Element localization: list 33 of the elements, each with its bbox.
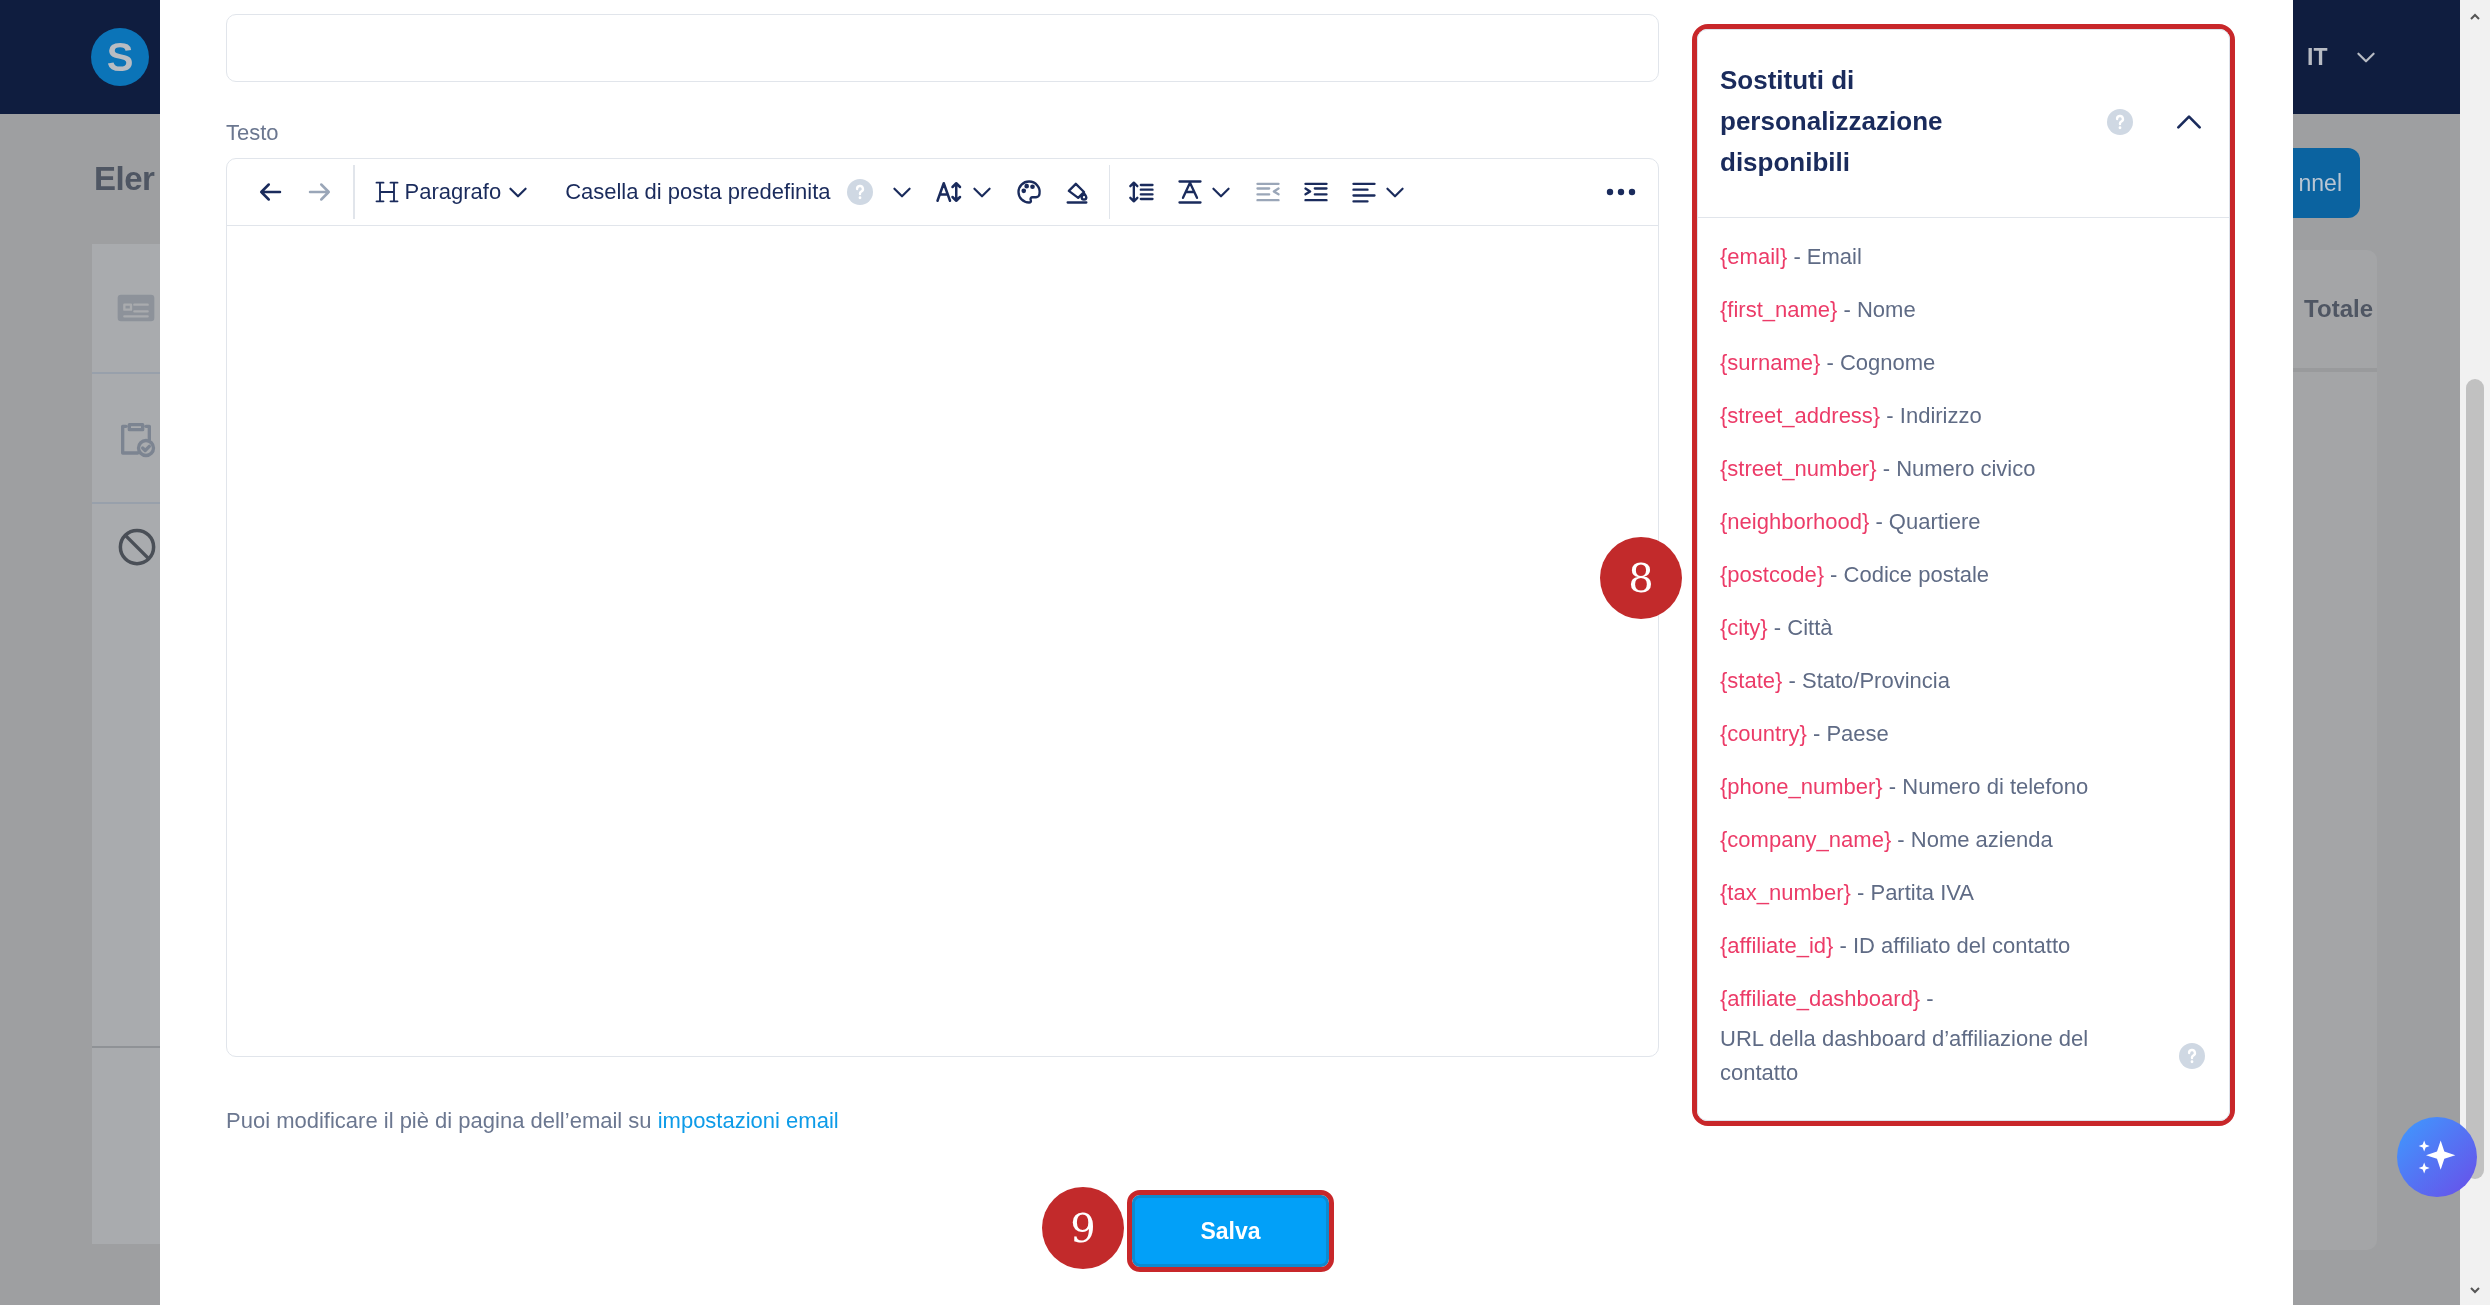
- field-label: Testo: [226, 120, 280, 146]
- language-selector[interactable]: IT: [2307, 43, 2328, 71]
- placeholder-item: {postcode} - Codice postale: [1720, 561, 1991, 589]
- placeholder-item: {first_name} - Nome: [1720, 296, 1917, 324]
- placeholder-item: {country} - Paese: [1720, 720, 1890, 748]
- panel-title: Sostituti di personalizzazione disponibili: [1720, 64, 1944, 179]
- paragraph-dropdown[interactable]: Paragrafo: [364, 170, 540, 214]
- subject-field[interactable]: [226, 14, 1659, 82]
- placeholder-item: {surname} - Cognome: [1720, 349, 1937, 377]
- ban-icon: [116, 526, 158, 568]
- more-icon: [1606, 188, 1636, 196]
- page-title: Eler: [94, 160, 156, 198]
- placeholder-item: {city} - Città: [1720, 614, 1834, 642]
- text-color-icon: [1176, 178, 1204, 206]
- placeholder-item: {email} - Email: [1720, 243, 1863, 271]
- scrollbar[interactable]: [2460, 0, 2490, 1305]
- placeholder-item: {tax_number} - Partita IVA: [1720, 879, 1975, 907]
- placeholder-description: URL della dashboard d’affiliazione del contatto: [1720, 1025, 2090, 1087]
- placeholder-item: {street_address} - Indirizzo: [1720, 402, 1983, 430]
- footer-note: Puoi modificare il piè di pagina dell’email su impostazioni email: [226, 1107, 840, 1135]
- step-badge: 8: [1600, 537, 1682, 619]
- placeholder-item: {affiliate_dashboard} -: [1720, 985, 1935, 1013]
- placeholder-item: {neighborhood} - Quartiere: [1720, 508, 1982, 536]
- placeholder-item: {state} - Stato/Provincia: [1720, 667, 1951, 695]
- step-badge: 9: [1042, 1187, 1124, 1269]
- placeholder-item: {street_number} - Numero civico: [1720, 455, 2037, 483]
- channel-button[interactable]: nnel: [2293, 148, 2360, 218]
- placeholder-item: {company_name} - Nome azienda: [1720, 826, 2054, 854]
- placeholder-item: {affiliate_id} - ID affiliato del contatto: [1720, 932, 2072, 960]
- column-header: Totale: [2304, 295, 2373, 323]
- placeholder-item: {phone_number} - Numero di telefono: [1720, 773, 2090, 801]
- palette-icon: [1014, 178, 1043, 206]
- mailbox-dropdown[interactable]: Casella di posta predefinita: [557, 170, 923, 214]
